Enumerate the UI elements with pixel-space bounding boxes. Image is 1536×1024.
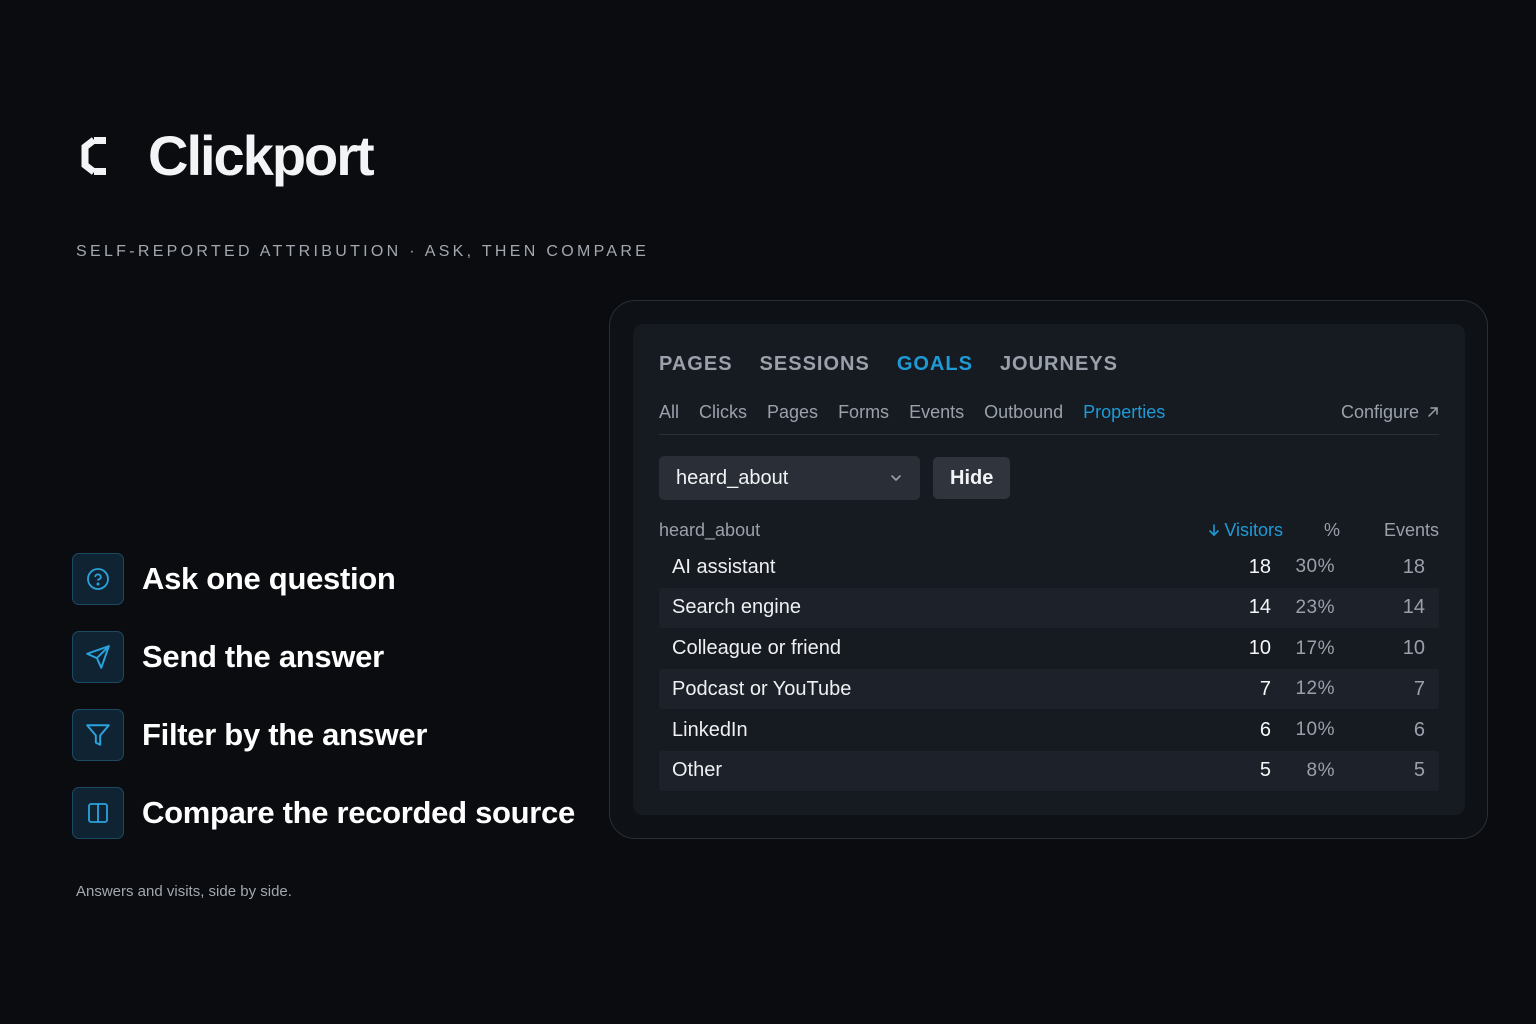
brand-name: Clickport: [148, 124, 375, 187]
sub-tabs: All Clicks Pages Forms Events Outbound P…: [659, 402, 1439, 435]
configure-label: Configure: [1340, 401, 1419, 422]
tab-sessions[interactable]: SESSIONS: [760, 351, 870, 402]
tab-journeys[interactable]: JOURNEYS: [1000, 351, 1118, 402]
row-events: 18: [1402, 555, 1425, 578]
row-visitors: 18: [1248, 555, 1271, 578]
column-header-name: heard_about: [659, 519, 761, 540]
tab-goals[interactable]: GOALS: [897, 351, 973, 402]
step-label: Compare the recorded source: [142, 795, 575, 830]
configure-link[interactable]: Configure: [1341, 402, 1439, 435]
column-header-visitors[interactable]: Visitors: [1208, 520, 1283, 541]
step-filter: Filter by the answer: [72, 709, 575, 761]
subtab-forms[interactable]: Forms: [838, 402, 889, 435]
chevron-down-icon: [891, 475, 901, 481]
table-header: heard_about Visitors % Events: [659, 516, 1439, 544]
footnote: Answers and visits, side by side.: [76, 883, 292, 900]
property-select-value: heard_about: [676, 466, 789, 489]
row-events: 10: [1402, 637, 1425, 660]
row-visitors: 14: [1248, 596, 1271, 619]
table-row[interactable]: LinkedIn 6 10% 6: [659, 710, 1439, 750]
question-circle-icon: [72, 553, 124, 605]
row-percent: 8%: [1306, 759, 1335, 781]
filter-icon: [72, 709, 124, 761]
table-row[interactable]: Other 5 8% 5: [659, 750, 1439, 791]
clickport-logo-icon: [78, 130, 112, 182]
table-row[interactable]: Search engine 14 23% 14: [659, 587, 1439, 628]
table-row[interactable]: Podcast or YouTube 7 12% 7: [659, 669, 1439, 710]
table-body: AI assistant 18 30% 18 Search engine 14 …: [659, 547, 1439, 791]
row-visitors: 6: [1259, 718, 1271, 741]
step-label: Filter by the answer: [142, 717, 428, 752]
row-events: 6: [1413, 718, 1425, 741]
row-name: LinkedIn: [672, 718, 748, 741]
subtab-clicks[interactable]: Clicks: [699, 402, 747, 435]
step-compare: Compare the recorded source: [72, 787, 575, 839]
row-name: Search engine: [672, 596, 801, 619]
sort-down-arrow-icon: [1209, 524, 1220, 536]
row-name: Other: [672, 759, 723, 782]
step-label: Ask one question: [142, 561, 396, 596]
row-events: 7: [1413, 677, 1425, 700]
send-icon: [72, 631, 124, 683]
row-percent: 17%: [1295, 637, 1335, 659]
dashboard-frame: PAGES SESSIONS GOALS JOURNEYS All Clicks…: [609, 300, 1488, 839]
tagline: SELF-REPORTED ATTRIBUTION · ASK, THEN CO…: [76, 243, 650, 260]
subtab-properties[interactable]: Properties: [1083, 402, 1165, 435]
row-percent: 23%: [1295, 596, 1335, 618]
external-arrow-icon: [1428, 406, 1438, 417]
row-name: AI assistant: [672, 555, 776, 578]
main-tabs: PAGES SESSIONS GOALS JOURNEYS: [659, 324, 1439, 402]
visitors-header-label: Visitors: [1224, 519, 1283, 540]
row-visitors: 5: [1259, 759, 1271, 782]
row-visitors: 7: [1259, 677, 1271, 700]
step-ask: Ask one question: [72, 553, 575, 605]
table-row[interactable]: AI assistant 18 30% 18: [659, 547, 1439, 587]
row-name: Colleague or friend: [672, 637, 841, 660]
table-row[interactable]: Colleague or friend 10 17% 10: [659, 629, 1439, 669]
row-name: Podcast or YouTube: [672, 677, 852, 700]
row-events: 5: [1413, 759, 1425, 782]
property-select[interactable]: heard_about: [659, 456, 920, 500]
subtab-all[interactable]: All: [659, 402, 679, 435]
row-visitors: 10: [1248, 637, 1271, 660]
column-header-percent[interactable]: %: [1323, 520, 1340, 541]
step-label: Send the answer: [142, 639, 384, 674]
split-panel-icon: [72, 787, 124, 839]
column-header-events[interactable]: Events: [1381, 520, 1439, 541]
row-percent: 12%: [1295, 678, 1335, 700]
subtab-outbound[interactable]: Outbound: [984, 402, 1063, 435]
brand: Clickport: [78, 124, 375, 187]
subtab-pages[interactable]: Pages: [767, 402, 818, 435]
dashboard-panel: PAGES SESSIONS GOALS JOURNEYS All Clicks…: [633, 324, 1465, 815]
hide-button[interactable]: Hide: [933, 457, 1011, 499]
steps-list: Ask one question Send the answer Filter …: [72, 553, 575, 865]
subtab-events[interactable]: Events: [909, 402, 964, 435]
tab-pages[interactable]: PAGES: [659, 351, 733, 402]
row-percent: 30%: [1295, 556, 1335, 577]
row-events: 14: [1402, 596, 1425, 619]
controls: heard_about Hide: [659, 456, 1439, 500]
page: Clickport SELF-REPORTED ATTRIBUTION · AS…: [0, 0, 1536, 1024]
step-send: Send the answer: [72, 631, 575, 683]
row-percent: 10%: [1295, 719, 1335, 741]
